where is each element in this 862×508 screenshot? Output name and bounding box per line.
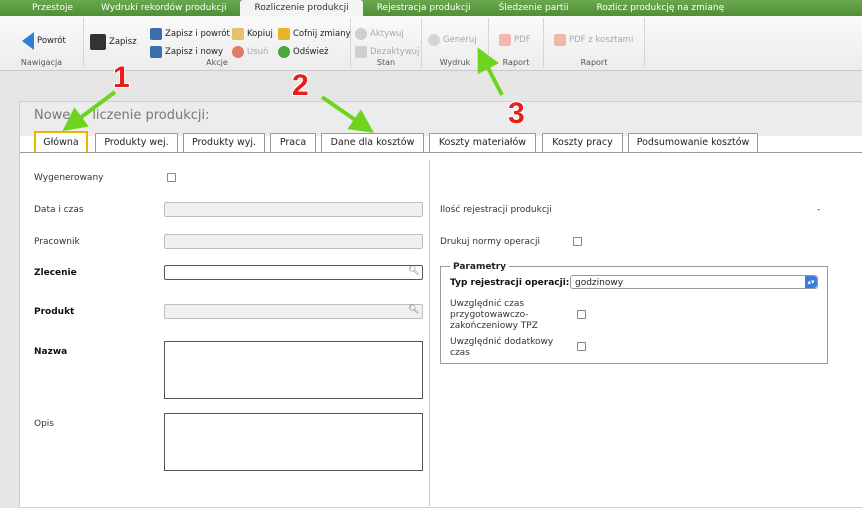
panel-header: Nowe liczenie produkcji: [20,102,862,136]
nav-tab-rozliczenie[interactable]: Rozliczenie produkcji [240,0,363,16]
group-title: Wydruk [439,58,471,67]
undo-icon [278,28,290,40]
ribbon-group-stan: Aktywuj Dezaktywuj Stan [351,18,422,68]
chevron-up-down-icon: ▴▾ [805,276,817,288]
worker-field[interactable] [164,234,423,249]
ribbon-group-wydruk: Generuj Wydruk [422,18,489,68]
search-icon[interactable]: 🔍︎ [408,305,419,315]
print-norms-label: Drukuj normy operacji [440,237,540,247]
product-label: Produkt [34,307,75,317]
tab-podsumowanie-kosztow[interactable]: Podsumowanie kosztów [628,133,758,152]
refresh-icon [278,46,290,58]
copy-icon [232,28,244,40]
description-textarea[interactable] [164,413,423,471]
generated-checkbox[interactable] [167,173,176,182]
nav-tab-rejestracja[interactable]: Rejestracja produkcji [363,0,485,16]
arrow-left-icon [22,32,34,50]
tab-dane-dla-kosztow[interactable]: Dane dla kosztów [321,133,424,152]
pdf-icon [499,34,511,46]
pdf-with-costs-button[interactable]: PDF z kosztami [554,34,633,46]
registration-type-label: Typ rejestracji operacji: [450,278,570,288]
floppy-disk-icon [90,34,106,50]
registration-type-select[interactable]: godzinowy ▴▾ [570,275,818,289]
tpz-checkbox[interactable] [577,310,586,319]
registration-count-value: - [817,205,821,215]
pdf-button[interactable]: PDF [499,34,531,46]
activate-button[interactable]: Aktywuj [355,28,404,40]
group-title: Stan [376,58,396,67]
save-button[interactable]: Zapisz [90,34,137,50]
save-and-back-button[interactable]: Zapisz i powrót [150,28,230,40]
registration-count-label: Ilość rejestracji produkcji [440,205,552,215]
ribbon-group-raport-2: PDF z kosztami Raport [544,18,645,68]
datetime-label: Data i czas [34,205,84,215]
search-icon[interactable]: 🔍︎ [408,266,419,276]
back-button[interactable]: Powrót [22,32,66,50]
nav-tab-rozlicz-zmiane[interactable]: Rozlicz produkcję na zmianę [582,0,738,16]
delete-button[interactable]: Usuń [232,46,268,58]
save-back-icon [150,28,162,40]
deactivate-button[interactable]: Dezaktywuj [355,46,419,58]
ribbon-group-raport: PDF Raport [489,18,544,68]
name-textarea[interactable] [164,341,423,399]
order-lookup-field[interactable] [164,265,423,280]
tab-koszty-materialow[interactable]: Koszty materiałów [429,133,536,152]
tab-underline [20,152,862,153]
deactivate-icon [355,46,367,58]
save-new-icon [150,46,162,58]
gears-icon [428,34,440,46]
group-title: Raport [502,58,530,67]
check-circle-icon [355,28,367,40]
tab-produkty-wej[interactable]: Produkty wej. [95,133,178,152]
save-and-new-button[interactable]: Zapisz i nowy [150,46,223,58]
generate-button[interactable]: Generuj [428,34,477,46]
delete-icon [232,46,244,58]
tab-praca[interactable]: Praca [270,133,316,152]
annotation-number-1: 1 [113,61,130,94]
print-norms-checkbox[interactable] [573,237,582,246]
nav-tab-sledzenie[interactable]: Śledzenie partii [485,0,583,16]
group-title: Raport [580,58,608,67]
generated-label: Wygenerowany [34,173,104,183]
tab-produkty-wyj[interactable]: Produkty wyj. [183,133,265,152]
undo-button[interactable]: Cofnij zmiany [278,28,351,40]
pdf-icon [554,34,566,46]
refresh-button[interactable]: Odśwież [278,46,329,58]
tab-glowna[interactable]: Główna [34,131,88,153]
product-lookup-field[interactable] [164,304,423,319]
tpz-label: Uwzględnić czas przygotowawczo-zakończen… [450,299,538,331]
column-divider [429,160,430,506]
tab-koszty-pracy[interactable]: Koszty pracy [542,133,623,152]
name-label: Nazwa [34,347,68,357]
annotation-number-3: 3 [508,97,525,130]
nav-tab-wydruki[interactable]: Wydruki rekordów produkcji [87,0,240,16]
annotation-number-2: 2 [292,69,309,102]
order-label: Zlecenie [34,268,77,278]
group-title: Nawigacja [20,58,63,67]
parameters-legend: Parametry [450,262,510,272]
nav-tab-przestoje[interactable]: Przestoje [18,0,87,16]
datetime-field[interactable] [164,202,423,217]
description-label: Opis [34,419,54,429]
extra-time-label: Uwzględnić dodatkowy czas [450,337,554,358]
page-title: Nowe liczenie produkcji: [34,108,210,123]
extra-time-checkbox[interactable] [577,342,586,351]
worker-label: Pracownik [34,237,80,247]
copy-button[interactable]: Kopiuj [232,28,273,40]
ribbon-group-nawigacja: Powrót Nawigacja [0,18,84,68]
top-navigation: Przestoje Wydruki rekordów produkcji Roz… [0,0,862,16]
